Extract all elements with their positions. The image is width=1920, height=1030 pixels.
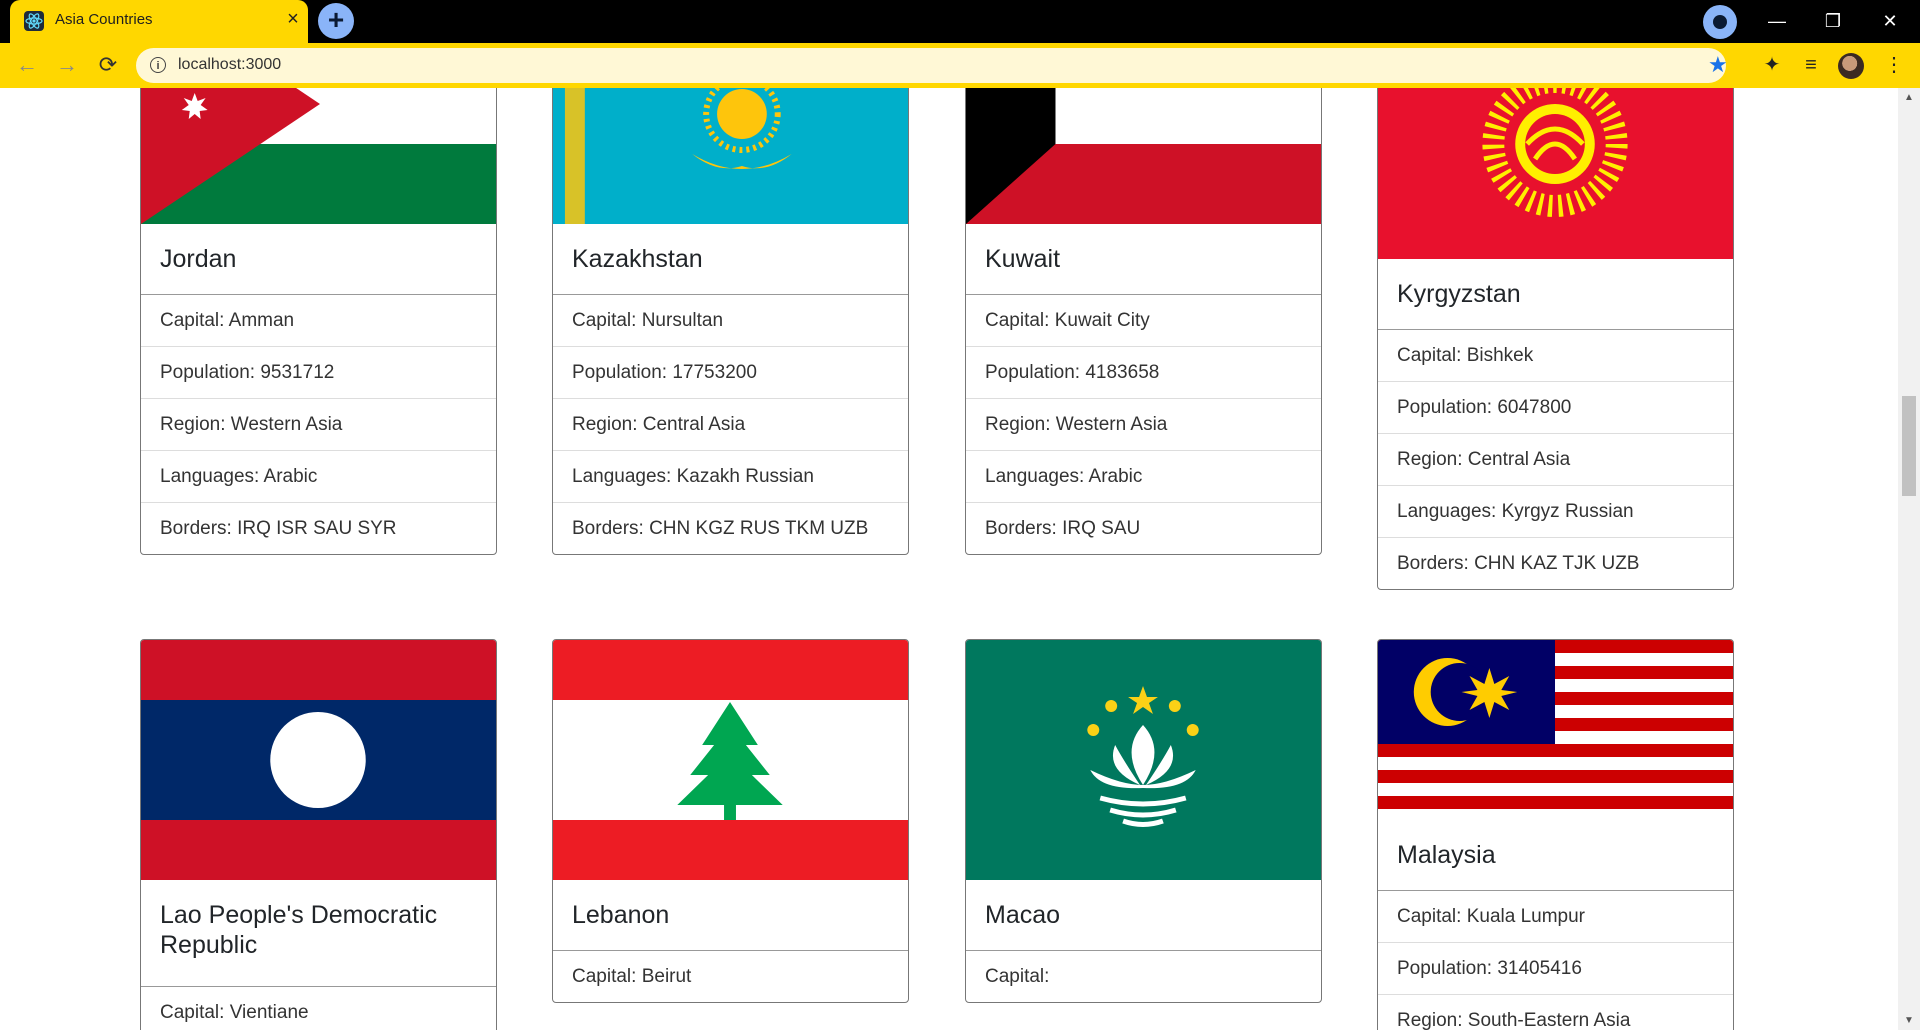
country-population: Population: 6047800	[1378, 382, 1733, 434]
country-population: Population: 31405416	[1378, 943, 1733, 995]
tab-title: Asia Countries	[55, 11, 153, 28]
country-capital: Capital: Vientiane	[160, 1002, 309, 1023]
tab-strip: Asia Countries × + — ❐ ✕	[0, 0, 1920, 43]
country-card: Kazakhstan Capital: Nursultan Population…	[552, 88, 909, 555]
close-tab-icon[interactable]: ×	[282, 8, 304, 30]
lebanon-flag-icon	[553, 640, 908, 880]
country-languages: Languages: Kyrgyz Russian	[1378, 486, 1733, 538]
country-card: Lebanon Capital: Beirut	[552, 639, 909, 1003]
country-borders: Borders: CHN KGZ RUS TKM UZB	[572, 518, 869, 539]
new-tab-button[interactable]: +	[318, 3, 354, 39]
tab-asia-countries[interactable]: Asia Countries ×	[10, 0, 308, 43]
country-card: Jordan Capital: Amman Population: 953171…	[140, 88, 497, 555]
country-borders: Borders: IRQ SAU	[985, 518, 1141, 539]
country-card: Kyrgyzstan Capital: Bishkek Population: …	[1377, 88, 1734, 590]
country-capital: Capital: Bishkek	[1378, 330, 1733, 382]
country-name: Kuwait	[966, 224, 1321, 295]
jordan-flag-icon	[141, 88, 496, 224]
country-name: Kyrgyzstan	[1378, 259, 1733, 330]
country-capital: Capital: Nursultan	[553, 295, 908, 347]
tab-search-icon[interactable]	[1703, 5, 1737, 39]
country-population: Population: 4183658	[966, 347, 1321, 399]
kyrgyzstan-flag-icon	[1378, 88, 1733, 259]
minimize-icon[interactable]: —	[1757, 6, 1797, 36]
country-borders: Borders: CHN KAZ TJK UZB	[1397, 553, 1640, 574]
country-region: Region: Central Asia	[553, 399, 908, 451]
country-languages: Languages: Kazakh Russian	[553, 451, 908, 503]
forward-icon[interactable]: →	[52, 50, 82, 80]
malaysia-flag-icon	[1378, 640, 1733, 820]
scrollbar-thumb[interactable]	[1902, 396, 1916, 496]
menu-icon[interactable]: ⋮	[1879, 50, 1909, 80]
country-capital: Capital: Beirut	[572, 966, 692, 987]
media-control-icon[interactable]: ≡	[1796, 50, 1826, 80]
country-name: Lebanon	[553, 880, 908, 951]
country-region: Region: Central Asia	[1378, 434, 1733, 486]
reload-icon[interactable]: ⟳	[93, 50, 123, 80]
bookmark-star-icon[interactable]: ★	[1708, 52, 1728, 78]
browser-toolbar: ← → ⟳ i localhost:3000 ★ ✦ ≡ ⋮	[0, 43, 1920, 88]
country-region: Region: Western Asia	[966, 399, 1321, 451]
country-name: Kazakhstan	[553, 224, 908, 295]
country-card: Macao Capital:	[965, 639, 1322, 1003]
scroll-up-arrow-icon[interactable]: ▲	[1904, 92, 1914, 103]
country-capital: Capital: Kuala Lumpur	[1378, 891, 1733, 943]
extensions-icon[interactable]: ✦	[1757, 50, 1787, 80]
country-languages: Languages: Arabic	[141, 451, 496, 503]
site-info-icon[interactable]: i	[150, 57, 166, 73]
country-borders: Borders: IRQ ISR SAU SYR	[160, 518, 397, 539]
country-population: Population: 9531712	[141, 347, 496, 399]
vertical-scrollbar[interactable]: ▲ ▼	[1898, 88, 1920, 1030]
country-card: Kuwait Capital: Kuwait City Population: …	[965, 88, 1322, 555]
scroll-down-arrow-icon[interactable]: ▼	[1904, 1015, 1914, 1026]
country-population: Population: 17753200	[553, 347, 908, 399]
country-name: Macao	[966, 880, 1321, 951]
kazakhstan-flag-icon	[553, 88, 908, 224]
country-card: Malaysia Capital: Kuala Lumpur Populatio…	[1377, 639, 1734, 1030]
restore-icon[interactable]: ❐	[1813, 6, 1853, 36]
country-name: Malaysia	[1378, 820, 1733, 891]
country-region: Region: Western Asia	[141, 399, 496, 451]
page-content: Jordan Capital: Amman Population: 953171…	[0, 88, 1898, 1030]
country-capital: Capital:	[985, 966, 1050, 987]
url-text[interactable]: localhost:3000	[178, 56, 281, 74]
address-bar[interactable]: i localhost:3000 ★	[136, 48, 1728, 83]
react-icon	[24, 11, 44, 31]
country-name: Lao People's Democratic Republic	[141, 880, 496, 987]
country-capital: Capital: Kuwait City	[966, 295, 1321, 347]
kuwait-flag-icon	[966, 88, 1321, 224]
window-close-icon[interactable]: ✕	[1870, 6, 1910, 36]
country-languages: Languages: Arabic	[966, 451, 1321, 503]
country-card: Lao People's Democratic Republic Capital…	[140, 639, 497, 1030]
country-region: Region: South-Eastern Asia	[1397, 1010, 1631, 1030]
country-name: Jordan	[141, 224, 496, 295]
profile-avatar[interactable]	[1838, 53, 1864, 79]
macao-flag-icon	[966, 640, 1321, 880]
laos-flag-icon	[141, 640, 496, 880]
country-capital: Capital: Amman	[141, 295, 496, 347]
back-icon[interactable]: ←	[12, 50, 42, 80]
